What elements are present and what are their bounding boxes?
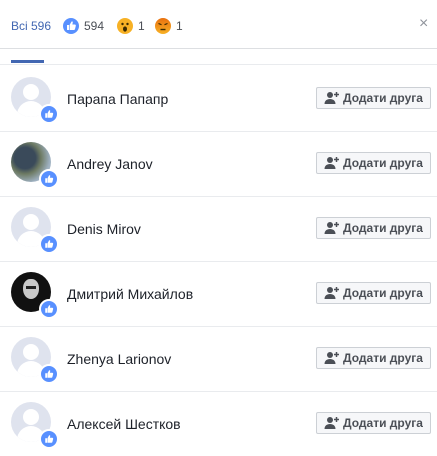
avatar-silhouette-head — [23, 84, 39, 100]
add-friend-icon — [324, 221, 340, 235]
avatar-silhouette-head — [23, 214, 39, 230]
tab-wow-count: 1 — [138, 19, 145, 33]
add-friend-button[interactable]: Додати друга — [316, 87, 431, 109]
person-name[interactable]: Zhenya Larionov — [67, 351, 171, 367]
like-reaction-icon — [63, 18, 79, 34]
tab-angry[interactable]: 1 — [155, 16, 183, 36]
like-badge-icon — [39, 364, 59, 384]
add-friend-button[interactable]: Додати друга — [316, 152, 431, 174]
tab-all-label: Всі 596 — [11, 19, 52, 33]
add-friend-label: Додати друга — [343, 221, 423, 235]
list-item: Andrey Janov Додати друга — [0, 131, 437, 197]
person-name[interactable]: Дмитрий Михайлов — [67, 286, 193, 302]
add-friend-label: Додати друга — [343, 286, 423, 300]
add-friend-icon — [324, 156, 340, 170]
angry-reaction-icon — [155, 18, 171, 34]
person-name[interactable]: Andrey Janov — [67, 156, 153, 172]
like-badge-icon — [39, 234, 59, 254]
list-item: Zhenya Larionov Додати друга — [0, 326, 437, 392]
add-friend-label: Додати друга — [343, 351, 423, 365]
avatar-silhouette-head — [23, 344, 39, 360]
reactions-header: Всі 596 594 1 1 × — [0, 0, 437, 49]
like-badge-icon — [39, 429, 59, 449]
add-friend-button[interactable]: Додати друга — [316, 347, 431, 369]
avatar-silhouette-head — [23, 409, 39, 425]
tab-angry-count: 1 — [176, 19, 183, 33]
list-item: Парапа Папапр Додати друга — [0, 66, 437, 132]
add-friend-button[interactable]: Додати друга — [316, 217, 431, 239]
tab-wow[interactable]: 1 — [117, 16, 145, 36]
avatar-photo-face — [23, 279, 39, 299]
list-item: Denis Mirov Додати друга — [0, 196, 437, 262]
add-friend-label: Додати друга — [343, 156, 423, 170]
add-friend-label: Додати друга — [343, 416, 423, 430]
person-name[interactable]: Алексей Шестков — [67, 416, 181, 432]
list-item: Дмитрий Михайлов Додати друга — [0, 261, 437, 327]
close-icon[interactable]: × — [419, 15, 428, 33]
like-badge-icon — [39, 299, 59, 319]
tab-like-count: 594 — [84, 19, 105, 33]
add-friend-icon — [324, 91, 340, 105]
list-item: Алексей Шестков Додати друга — [0, 391, 437, 456]
add-friend-icon — [324, 286, 340, 300]
add-friend-label: Додати друга — [343, 91, 423, 105]
wow-reaction-icon — [117, 18, 133, 34]
add-friend-icon — [324, 351, 340, 365]
tab-all-active-indicator — [11, 60, 44, 63]
divider — [0, 64, 437, 65]
add-friend-button[interactable]: Додати друга — [316, 412, 431, 434]
add-friend-button[interactable]: Додати друга — [316, 282, 431, 304]
add-friend-icon — [324, 416, 340, 430]
person-name[interactable]: Парапа Папапр — [67, 91, 168, 107]
tab-all[interactable]: Всі 596 — [11, 16, 51, 36]
like-badge-icon — [39, 169, 59, 189]
like-badge-icon — [39, 104, 59, 124]
tab-like[interactable]: 594 — [63, 16, 104, 36]
person-name[interactable]: Denis Mirov — [67, 221, 141, 237]
